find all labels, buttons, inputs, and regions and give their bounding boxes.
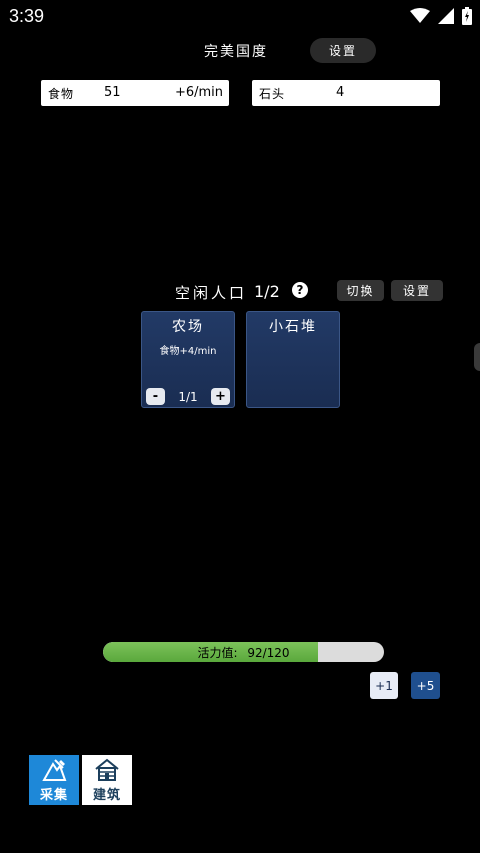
switch-button[interactable]: 切换 xyxy=(337,280,384,301)
status-bar: 3:39 xyxy=(0,0,480,34)
status-icons xyxy=(410,7,472,25)
increment-button[interactable]: + xyxy=(211,388,230,405)
building-card-farm[interactable]: 农场 食物+4/min - 1/1 + xyxy=(141,311,235,408)
resource-rate: +6/min xyxy=(174,85,223,100)
resource-name: 食物 xyxy=(48,87,75,101)
tab-label: 建筑 xyxy=(92,788,121,803)
resource-food: 食物 51 +6/min xyxy=(41,80,229,106)
vitality-bar: 活力值: 92/120 xyxy=(103,642,384,662)
tab-gather[interactable]: 采集 xyxy=(29,755,79,805)
population-settings-button[interactable]: 设置 xyxy=(391,280,443,301)
settings-button[interactable]: 设置 xyxy=(310,38,376,63)
help-icon[interactable]: ? xyxy=(292,282,308,298)
tab-build[interactable]: 建筑 xyxy=(82,755,132,805)
resource-value: 51 xyxy=(104,85,121,100)
idle-population-label: 空闲人口 xyxy=(175,284,248,302)
battery-icon xyxy=(462,7,472,25)
status-time: 3:39 xyxy=(9,6,45,26)
card-title: 小石堆 xyxy=(269,319,317,335)
card-title: 农场 xyxy=(172,319,204,335)
plus-one-button[interactable]: +1 xyxy=(370,672,398,699)
side-drawer-handle[interactable] xyxy=(474,343,480,371)
plus-five-button[interactable]: +5 xyxy=(411,672,440,699)
vitality-value: 92/120 xyxy=(247,646,290,660)
resource-name: 石头 xyxy=(259,87,286,101)
card-desc: 食物+4/min xyxy=(159,346,217,357)
gather-icon xyxy=(42,759,67,781)
resource-value: 4 xyxy=(336,85,345,100)
vitality-text: 活力值: 92/120 xyxy=(103,644,384,661)
idle-population-count: 1/2 xyxy=(254,282,280,301)
signal-icon xyxy=(438,8,454,24)
building-card-stone-pile[interactable]: 小石堆 xyxy=(246,311,340,408)
resource-stone: 石头 4 xyxy=(252,80,440,106)
wifi-icon xyxy=(410,8,430,23)
tab-label: 采集 xyxy=(39,788,68,803)
vitality-label: 活力值: xyxy=(197,646,238,660)
house-icon xyxy=(95,758,119,781)
page-title: 完美国度 xyxy=(204,44,268,60)
